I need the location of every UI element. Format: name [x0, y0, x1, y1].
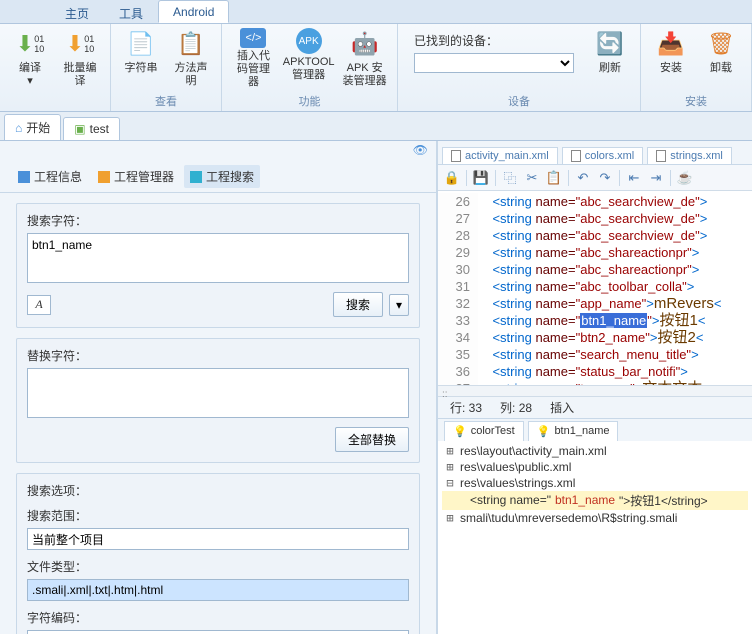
tree-row[interactable]: ⊟res\values\strings.xml	[442, 475, 748, 491]
right-panel: activity_main.xml colors.xml strings.xml…	[438, 141, 752, 634]
java-icon[interactable]: ☕	[675, 168, 695, 188]
document-tabs: ⌂开始 ▣test	[0, 112, 752, 140]
apk-install-button[interactable]: 🤖 APK 安装管理器	[338, 26, 391, 91]
search-dropdown[interactable]: ▾	[389, 294, 409, 316]
type-select[interactable]	[27, 579, 409, 601]
batch-icon: ⬇0110	[64, 28, 96, 60]
refresh-icon: 🔄	[594, 28, 626, 60]
result-tree[interactable]: ⊞res\layout\activity_main.xml ⊞res\value…	[438, 441, 752, 634]
editor-toolbar: 🔒 💾 ⿻ ✂ 📋 ↶ ↷ ⇤ ⇥ ☕	[438, 165, 752, 191]
batch-compile-button[interactable]: ⬇0110 批量编译	[56, 26, 104, 107]
install-button[interactable]: 📥 安装	[647, 26, 695, 91]
margin-strip	[438, 385, 752, 397]
file-tab[interactable]: colors.xml	[562, 147, 644, 164]
document-icon: 📄	[125, 28, 157, 60]
search-char-label: 搜索字符：	[27, 212, 409, 229]
file-tab[interactable]: strings.xml	[647, 147, 732, 164]
string-button[interactable]: 📄 字符串	[117, 26, 165, 91]
search-input[interactable]: btn1_name	[27, 233, 409, 283]
group-label: 功能	[228, 91, 391, 111]
tree-row-match[interactable]: <string name="btn1_name">按钮1</string>	[442, 491, 748, 510]
save-icon[interactable]: 💾	[471, 168, 491, 188]
group-label: 设备	[404, 91, 634, 111]
paste-icon[interactable]: 📋	[544, 168, 564, 188]
replace-input[interactable]	[27, 368, 409, 418]
bulb-icon: 💡	[537, 425, 551, 438]
status-bar: 行: 33 列: 28 插入	[438, 397, 752, 419]
replace-all-button[interactable]: 全部替换	[335, 427, 409, 452]
search-button[interactable]: 搜索	[333, 292, 383, 317]
down-arrow-icon: ⬇0110	[14, 28, 46, 60]
android-robot-icon: 🤖	[349, 28, 381, 60]
file-icon	[656, 150, 666, 162]
install-icon: 📥	[655, 28, 687, 60]
doc-tab-start[interactable]: ⌂开始	[4, 114, 61, 140]
lock-icon[interactable]: 🔒	[442, 168, 462, 188]
file-icon	[451, 150, 461, 162]
ribbon: ⬇0110 编译▾ ⬇0110 批量编译 📄 字符串 📋 方法声明 查看	[0, 24, 752, 112]
refresh-button[interactable]: 🔄 刷新	[586, 26, 634, 91]
device-label: 已找到的设备：	[414, 32, 574, 49]
insert-code-button[interactable]: </> 插入代码管理器	[228, 26, 279, 91]
undo-icon[interactable]: ↶	[573, 168, 593, 188]
home-icon: ⌂	[15, 121, 22, 135]
redo-icon[interactable]: ↷	[595, 168, 615, 188]
android-icon: APK	[296, 28, 322, 54]
indent-left-icon[interactable]: ⇤	[624, 168, 644, 188]
tab-proj-mgr[interactable]: 工程管理器	[92, 165, 180, 188]
doc-tab-test[interactable]: ▣test	[63, 117, 120, 140]
result-tabs: 💡colorTest 💡btn1_name	[438, 419, 752, 441]
cut-icon[interactable]: ✂	[522, 168, 542, 188]
tab-tools[interactable]: 工具	[104, 0, 158, 23]
group-label	[6, 107, 104, 111]
result-tab[interactable]: 💡colorTest	[444, 421, 524, 441]
result-tab[interactable]: 💡btn1_name	[528, 421, 619, 441]
code-editor[interactable]: 26 <string name="abc_searchview_de">27 <…	[438, 191, 752, 385]
code-icon: </>	[240, 28, 266, 48]
status-col-num: 列: 28	[500, 399, 532, 416]
file-tab[interactable]: activity_main.xml	[442, 147, 558, 164]
file-icon	[571, 150, 581, 162]
tab-proj-info[interactable]: 工程信息	[12, 165, 88, 188]
method-button[interactable]: 📋 方法声明	[167, 26, 215, 91]
group-label: 查看	[117, 91, 215, 111]
status-line-num: 行: 33	[450, 399, 482, 416]
replace-char-label: 替换字符：	[27, 347, 409, 364]
indent-right-icon[interactable]: ⇥	[646, 168, 666, 188]
tab-proj-search[interactable]: 工程搜索	[184, 165, 260, 188]
copy-icon[interactable]: ⿻	[500, 168, 520, 188]
uninstall-button[interactable]: 🗑 卸载	[697, 26, 745, 91]
tree-row[interactable]: ⊞smali\tudu\mreversedemo\R$string.smali	[442, 510, 748, 526]
font-button[interactable]: A	[27, 295, 51, 315]
search-options-label: 搜索选项：	[27, 482, 409, 499]
scope-label: 搜索范围：	[27, 507, 409, 524]
tab-home[interactable]: 主页	[50, 0, 104, 23]
encoding-select[interactable]	[27, 630, 409, 634]
compile-button[interactable]: ⬇0110 编译▾	[6, 26, 54, 107]
tree-row[interactable]: ⊞res\layout\activity_main.xml	[442, 443, 748, 459]
encoding-label: 字符编码：	[27, 609, 409, 626]
status-mode: 插入	[550, 399, 574, 416]
bulb-icon: 💡	[453, 425, 467, 438]
square-icon	[98, 171, 110, 183]
eye-icon[interactable]: 👁	[413, 143, 428, 159]
uninstall-icon: 🗑	[705, 28, 737, 60]
tree-row[interactable]: ⊞res\values\public.xml	[442, 459, 748, 475]
type-label: 文件类型：	[27, 558, 409, 575]
sub-tabs: 工程信息 工程管理器 工程搜索	[0, 161, 436, 193]
apk-icon: ▣	[74, 122, 85, 136]
device-select[interactable]	[414, 53, 574, 73]
square-icon	[18, 171, 30, 183]
scope-select[interactable]	[27, 528, 409, 550]
square-icon	[190, 171, 202, 183]
left-panel: 👁 工程信息 工程管理器 工程搜索 搜索字符： btn1_name A 搜索 ▾…	[0, 141, 438, 634]
top-tab-bar: 主页 工具 Android	[0, 0, 752, 24]
method-icon: 📋	[175, 28, 207, 60]
tab-android[interactable]: Android	[158, 0, 229, 23]
apktool-button[interactable]: APK APKTOOL管理器	[281, 26, 336, 91]
file-tabs: activity_main.xml colors.xml strings.xml	[438, 141, 752, 165]
group-label: 安装	[647, 91, 745, 111]
